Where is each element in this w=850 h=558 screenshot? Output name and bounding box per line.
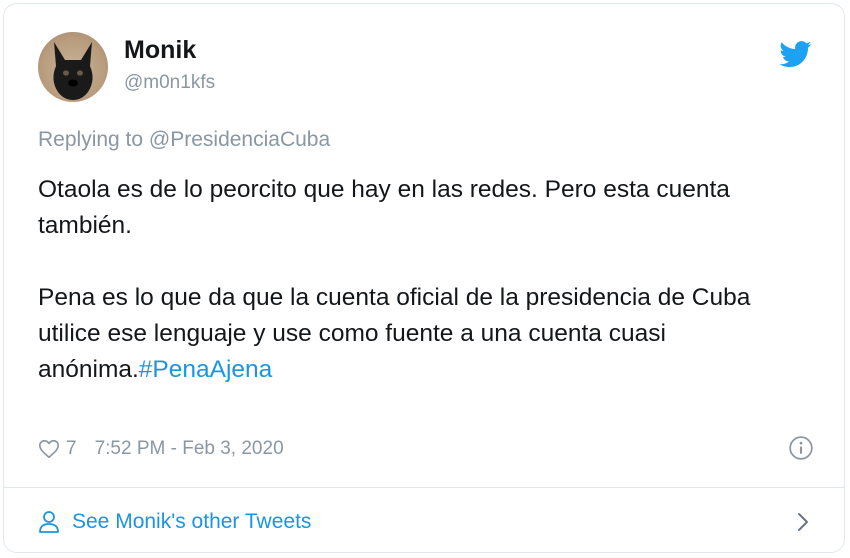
tweet-text: Otaola es de lo peorcito que hay en las … [38, 172, 808, 388]
info-icon[interactable] [788, 435, 814, 461]
tweet-meta: 7 7:52 PM - Feb 3, 2020 [38, 434, 814, 464]
author-name[interactable]: Monik [124, 36, 196, 65]
reply-mention-link[interactable]: @PresidenciaCuba [149, 128, 330, 151]
heart-icon[interactable] [38, 438, 60, 460]
divider [4, 487, 844, 488]
hashtag-link[interactable]: #PenaAjena [139, 356, 273, 383]
tweet-paragraph-1: Otaola es de lo peorcito que hay en las … [38, 176, 730, 239]
tweet-paragraph-2: Pena es lo que da que la cuenta oficial … [38, 280, 808, 388]
see-other-tweets-label[interactable]: See Monik's other Tweets [72, 510, 311, 534]
like-count[interactable]: 7 [66, 438, 77, 460]
see-other-tweets-link[interactable]: See Monik's other Tweets [38, 504, 814, 540]
replying-to: Replying to @PresidenciaCuba [38, 128, 330, 152]
author-handle[interactable]: @m0n1kfs [124, 72, 215, 94]
twitter-bird-icon[interactable] [780, 38, 812, 70]
replying-to-prefix: Replying to [38, 128, 149, 151]
avatar[interactable] [38, 32, 108, 102]
person-icon [39, 511, 59, 533]
tweet-timestamp[interactable]: 7:52 PM - Feb 3, 2020 [95, 438, 284, 460]
dog-avatar-image [53, 42, 93, 100]
chevron-right-icon[interactable] [792, 510, 814, 534]
tweet-card: Monik @m0n1kfs Replying to @PresidenciaC… [3, 3, 845, 553]
